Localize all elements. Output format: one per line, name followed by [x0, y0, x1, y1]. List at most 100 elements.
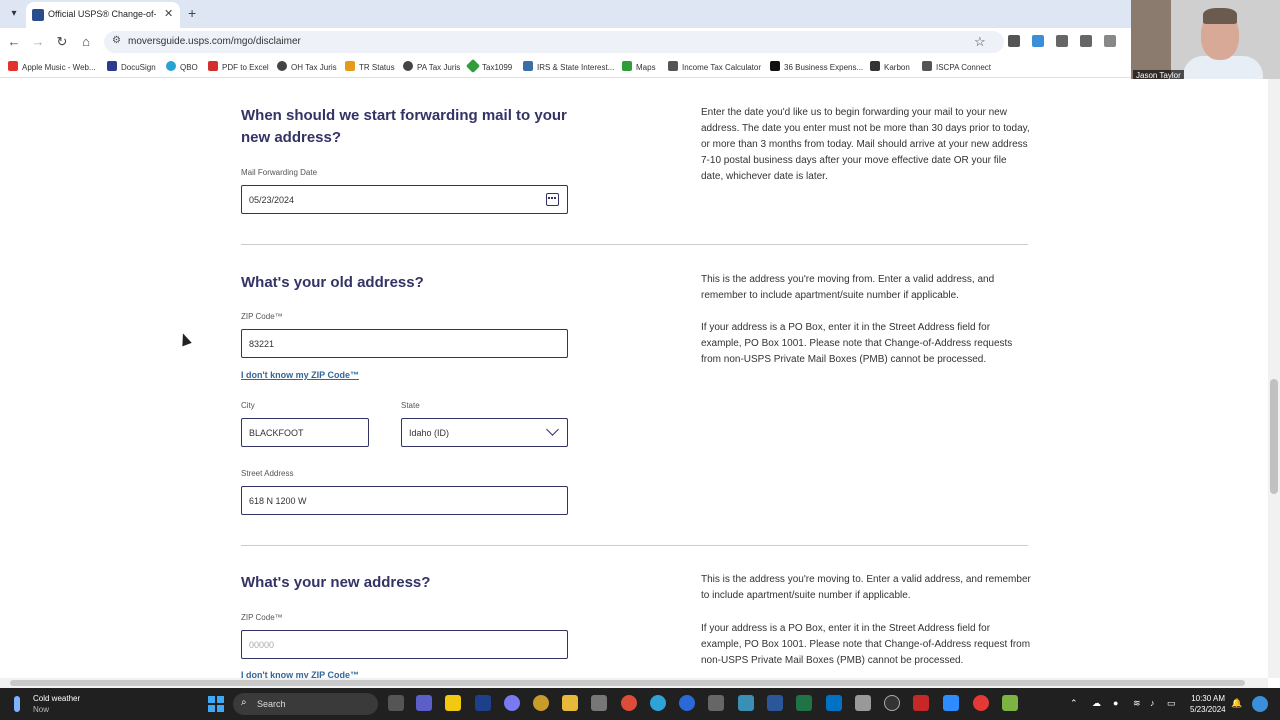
- app-icon[interactable]: [1002, 695, 1018, 711]
- bookmark-label: Karbon: [884, 63, 910, 72]
- edge-icon[interactable]: [650, 695, 666, 711]
- app-icon[interactable]: [504, 695, 520, 711]
- new-tab-icon[interactable]: +: [188, 5, 196, 21]
- horizontal-scrollbar[interactable]: [0, 678, 1268, 688]
- file-explorer-icon[interactable]: [562, 695, 578, 711]
- app-icon[interactable]: [533, 695, 549, 711]
- old-state-value: Idaho (ID): [409, 428, 450, 438]
- pdf-icon: [208, 61, 218, 71]
- bookmark-item[interactable]: PDF to Excel: [208, 61, 269, 72]
- excel-icon[interactable]: [796, 695, 812, 711]
- app-icon[interactable]: [973, 695, 989, 711]
- extension-icon[interactable]: [1104, 35, 1116, 47]
- chevron-up-icon[interactable]: ⌃: [1070, 698, 1078, 709]
- xodo-icon[interactable]: [475, 695, 491, 711]
- new-zip-lookup-link[interactable]: I don't know my ZIP Code™: [241, 670, 359, 678]
- bookmark-item[interactable]: PA Tax Juris: [403, 61, 460, 72]
- bookmark-item[interactable]: Karbon: [870, 61, 910, 72]
- battery-icon[interactable]: ▭: [1167, 698, 1176, 709]
- bookmark-item[interactable]: TR Status: [345, 61, 395, 72]
- extension-pen-icon[interactable]: [1008, 35, 1020, 47]
- mail-forwarding-date-input[interactable]: 05/23/2024: [241, 185, 568, 214]
- app-icon[interactable]: [708, 695, 724, 711]
- windows-start-icon[interactable]: [208, 696, 224, 712]
- reload-icon[interactable]: ↻: [54, 34, 70, 50]
- copilot-icon[interactable]: [1252, 696, 1268, 712]
- vertical-scroll-thumb[interactable]: [1270, 379, 1278, 494]
- word-icon[interactable]: [767, 695, 783, 711]
- url-text: moversguide.usps.com/mgo/disclaimer: [128, 36, 301, 47]
- notification-bell-icon[interactable]: 🔔: [1231, 698, 1242, 709]
- microphone-icon[interactable]: ●: [1113, 698, 1118, 708]
- chrome-icon[interactable]: [621, 695, 637, 711]
- mail-forwarding-date-value: 05/23/2024: [249, 195, 295, 205]
- old-zip-input[interactable]: 83221: [241, 329, 568, 358]
- vertical-scrollbar[interactable]: [1268, 79, 1280, 678]
- calendar-icon[interactable]: [546, 193, 559, 206]
- tax1099-icon: [465, 58, 481, 74]
- bookmark-item[interactable]: Apple Music - Web...: [8, 61, 96, 72]
- taskbar-clock[interactable]: 10:30 AM 5/23/2024: [1190, 693, 1226, 715]
- tab-search-icon[interactable]: ▾: [6, 6, 22, 22]
- qbo-icon: [166, 61, 176, 71]
- extension-icon[interactable]: [1056, 35, 1068, 47]
- sticky-notes-icon[interactable]: [445, 695, 461, 711]
- bookmark-item[interactable]: 36 Business Expens...: [770, 61, 863, 72]
- snipping-tool-icon[interactable]: [591, 695, 607, 711]
- outlook-icon[interactable]: [826, 695, 842, 711]
- old-city-input[interactable]: BLACKFOOT: [241, 418, 369, 447]
- onedrive-icon[interactable]: ☁: [1092, 698, 1101, 709]
- calendar-app-icon[interactable]: [738, 695, 754, 711]
- bookmark-item[interactable]: IRS & State Interest...: [523, 61, 614, 72]
- old-zip-value: 83221: [249, 339, 275, 349]
- horizontal-scroll-thumb[interactable]: [10, 680, 1245, 686]
- old-zip-lookup-link[interactable]: I don't know my ZIP Code™: [241, 370, 359, 380]
- bookmark-item[interactable]: Tax1099: [465, 58, 512, 74]
- app-icon[interactable]: [913, 695, 929, 711]
- section-divider: [241, 244, 1028, 245]
- extension-puzzle-icon[interactable]: [1080, 35, 1092, 47]
- old-city-value: BLACKFOOT: [249, 428, 304, 438]
- volume-icon[interactable]: ♪: [1150, 698, 1155, 708]
- app-icon[interactable]: [679, 695, 695, 711]
- pen-icon: [523, 61, 533, 71]
- new-address-help-text: This is the address you're moving to. En…: [701, 574, 1031, 601]
- back-arrow-icon[interactable]: ←: [6, 34, 22, 49]
- home-icon[interactable]: ⌂: [78, 34, 94, 49]
- weather-widget[interactable]: Cold weather Now: [33, 693, 80, 715]
- tab-title: Official USPS® Change-of-Add: [48, 9, 156, 19]
- taskbar-search-box[interactable]: ⌕ Search: [233, 693, 378, 715]
- bookmark-item[interactable]: QBO: [166, 61, 198, 72]
- new-zip-input[interactable]: 00000: [241, 630, 568, 659]
- bookmark-item[interactable]: DocuSign: [107, 61, 156, 72]
- extension-cloud-icon[interactable]: [1032, 35, 1044, 47]
- calculator-icon: [668, 61, 678, 71]
- task-view-icon[interactable]: [388, 695, 404, 711]
- old-address-help-text: This is the address you're moving from. …: [701, 274, 995, 301]
- wifi-icon[interactable]: ≋: [1133, 698, 1141, 709]
- site-info-icon[interactable]: ⚙: [112, 35, 121, 46]
- old-state-label: State: [401, 401, 420, 410]
- section-divider: [241, 545, 1028, 546]
- forward-arrow-icon[interactable]: →: [30, 34, 46, 49]
- old-address-pobox-help-text: If your address is a PO Box, enter it in…: [701, 322, 1013, 365]
- old-street-input[interactable]: 618 N 1200 W: [241, 486, 568, 515]
- old-state-select[interactable]: Idaho (ID): [401, 418, 568, 447]
- webcam-person-hair: [1203, 8, 1237, 24]
- globe-icon: [277, 61, 287, 71]
- app-icon[interactable]: [855, 695, 871, 711]
- bookmark-item[interactable]: Income Tax Calculator: [668, 61, 761, 72]
- browser-toolbar: ← → ↻ ⌂ ⚙ moversguide.usps.com/mgo/discl…: [0, 28, 1280, 56]
- forwarding-heading: When should we start forwarding mail to …: [241, 107, 567, 146]
- browser-tab[interactable]: Official USPS® Change-of-Add ✕: [26, 2, 180, 28]
- bookmark-label: DocuSign: [121, 63, 156, 72]
- bookmark-item[interactable]: Maps: [622, 61, 656, 72]
- teams-icon[interactable]: [416, 695, 432, 711]
- app-icon[interactable]: [884, 695, 900, 711]
- close-tab-icon[interactable]: ✕: [164, 7, 173, 20]
- bookmark-item[interactable]: OH Tax Juris: [277, 61, 337, 72]
- address-bar[interactable]: ⚙ moversguide.usps.com/mgo/disclaimer ☆: [104, 31, 1004, 53]
- zoom-icon[interactable]: [943, 695, 959, 711]
- bookmark-item[interactable]: ISCPA Connect: [922, 61, 991, 72]
- bookmark-star-icon[interactable]: ☆: [974, 34, 986, 50]
